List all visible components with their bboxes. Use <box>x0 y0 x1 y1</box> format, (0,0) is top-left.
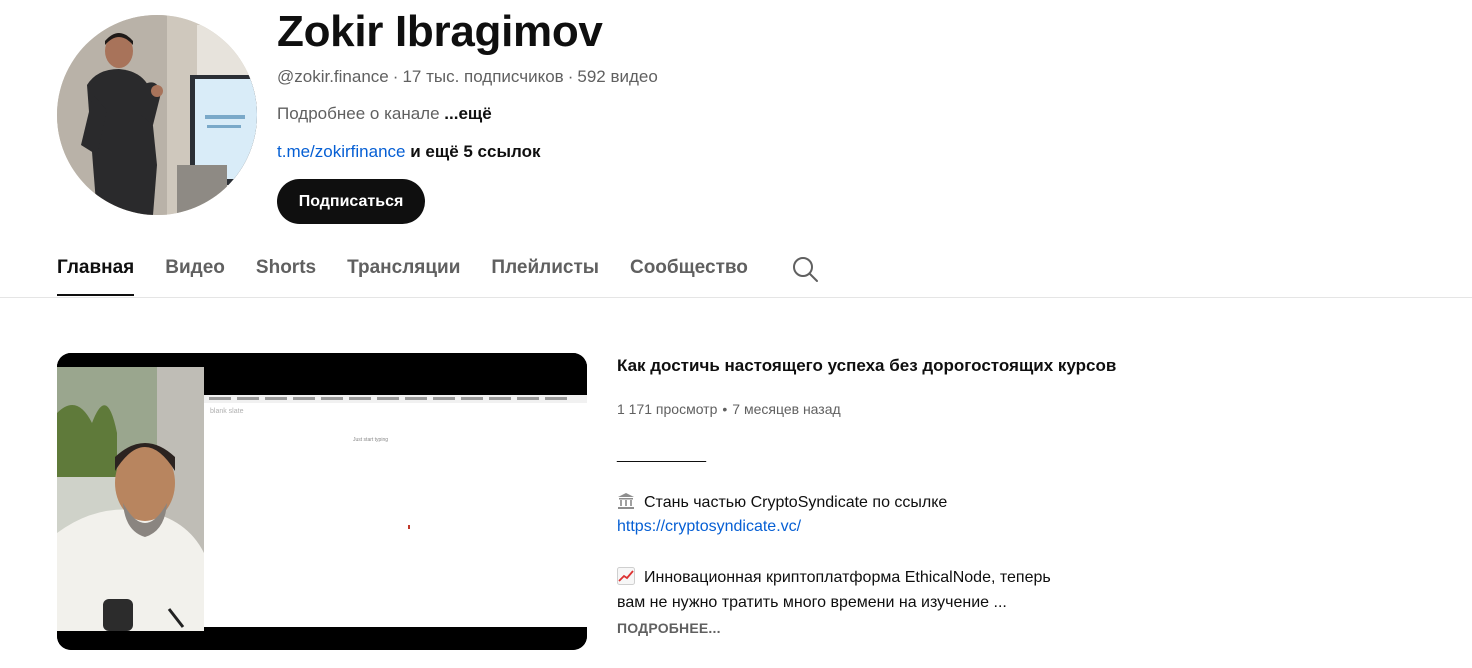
thumb-text-blank-slate: blank slate <box>210 408 244 415</box>
upload-age: 7 месяцев назад <box>732 401 841 417</box>
tab-live[interactable]: Трансляции <box>347 244 460 296</box>
description-cryptosyndicate-text: Стань частью CryptoSyndicate по ссылке <box>644 494 948 511</box>
separator-dot: · <box>392 67 399 86</box>
description-more-button[interactable]: ПОДРОБНЕЕ... <box>617 620 721 636</box>
telegram-link[interactable]: t.me/zokirfinance <box>277 142 406 161</box>
channel-name: Zokir Ibragimov <box>277 7 603 56</box>
separator-dot: • <box>722 401 728 417</box>
featured-video-thumbnail[interactable]: blank slate Just start typing <box>57 353 587 650</box>
search-icon[interactable] <box>791 255 819 283</box>
cryptosyndicate-link[interactable]: https://cryptosyndicate.vc/ <box>617 518 801 535</box>
channel-about[interactable]: Подробнее о канале ...ещё <box>277 103 492 125</box>
tab-videos[interactable]: Видео <box>165 244 225 296</box>
description-line: Стань частью CryptoSyndicate по ссылке <box>617 491 1117 515</box>
tab-playlists[interactable]: Плейлисты <box>491 244 599 296</box>
view-count: 1 171 просмотр <box>617 401 718 417</box>
tab-home[interactable]: Главная <box>57 244 135 296</box>
description-line: вам не нужно тратить много времени на из… <box>617 594 1007 611</box>
subscriber-count: 17 тыс. подписчиков <box>402 67 564 86</box>
featured-video-title[interactable]: Как достичь настоящего успеха без дорого… <box>617 355 1116 377</box>
thumb-text-typing: Just start typing <box>353 437 388 443</box>
featured-video-meta: 1 171 просмотр • 7 месяцев назад <box>617 399 841 419</box>
more-links-button[interactable]: и ещё 5 ссылок <box>410 142 540 161</box>
channel-links: t.me/zokirfinance и ещё 5 ссылок <box>277 141 540 163</box>
subscribe-button[interactable]: Подписаться <box>277 179 425 224</box>
channel-handle: @zokir.finance <box>277 67 389 86</box>
channel-avatar[interactable] <box>57 15 257 215</box>
about-text: Подробнее о канале <box>277 104 440 123</box>
about-more-link[interactable]: ...ещё <box>444 104 491 123</box>
tab-community[interactable]: Сообщество <box>630 244 748 296</box>
description-link-line: https://cryptosyndicate.vc/ <box>617 515 1117 539</box>
chart-increasing-icon <box>617 567 635 585</box>
tab-shorts[interactable]: Shorts <box>256 244 316 296</box>
tabs-divider <box>0 297 1472 298</box>
description-line: Инновационная криптоплатформа EthicalNod… <box>617 566 1117 590</box>
channel-meta: @zokir.finance · 17 тыс. подписчиков · 592 в… <box>277 66 658 88</box>
video-count: 592 видео <box>577 67 658 86</box>
separator-dot: · <box>567 67 574 86</box>
description-ethicalnode-text: Инновационная криптоплатформа EthicalNod… <box>644 569 1051 586</box>
description-divider-line: __________ <box>617 446 706 463</box>
bank-icon <box>618 493 634 509</box>
channel-tabs: Главная Видео Shorts Трансляции Плейлист… <box>57 244 819 298</box>
